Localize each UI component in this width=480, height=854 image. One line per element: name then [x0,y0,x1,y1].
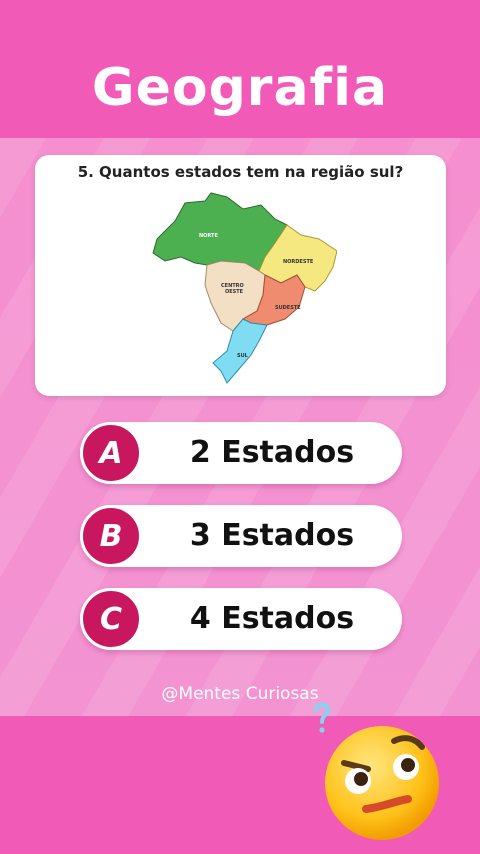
option-c-button[interactable]: C 4 Estados [80,588,402,650]
map-label-north: NORTE [199,233,218,239]
map-region-south [212,318,268,384]
option-a-button[interactable]: A 2 Estados [80,422,402,484]
brazil-map: NORTE NORDESTE CENTRO OESTE SUDESTE SUL [152,192,337,384]
option-c-label: 4 Estados [189,601,355,636]
option-b-badge: B [80,505,142,567]
option-b-label: 3 Estados [189,518,355,553]
option-c-badge: C [80,588,142,650]
thinking-face-icon [325,726,439,840]
map-label-south: SUL [237,353,249,359]
option-a-badge: A [80,422,142,484]
map-label-northeast: NORDESTE [283,259,314,265]
question-card: 5. Quantos estados tem na região sul? NO… [35,155,446,396]
question-text: 5. Quantos estados tem na região sul? [77,163,404,181]
channel-handle: @Mentes Curiosas [161,684,319,704]
option-b-button[interactable]: B 3 Estados [80,505,402,567]
map-label-southeast: SUDESTE [275,305,301,311]
page-title: Geografia [91,58,389,118]
option-a-label: 2 Estados [189,435,355,470]
map-label-center-west-2: OESTE [225,289,244,295]
